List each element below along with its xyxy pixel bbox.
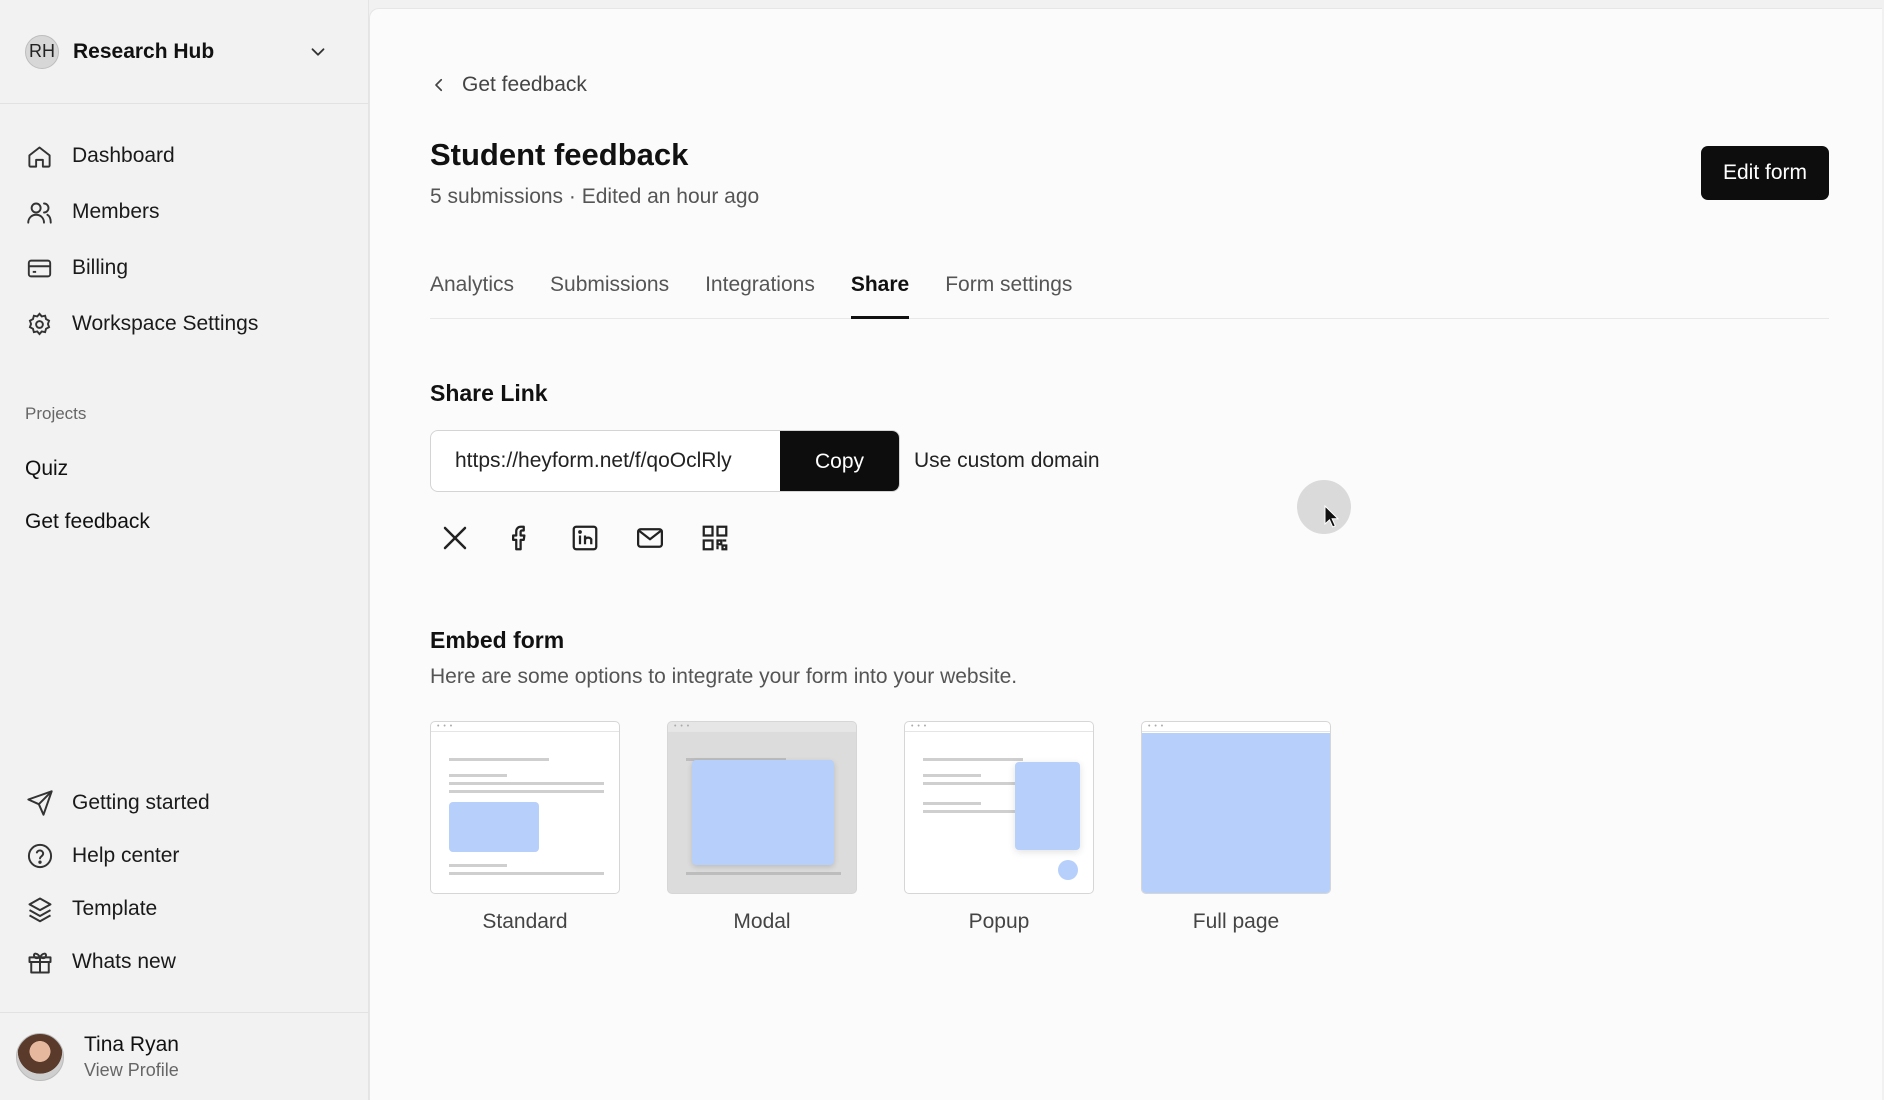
workspace-avatar: RH [25, 34, 59, 69]
embed-option-modal[interactable]: • • • Modal [667, 721, 857, 934]
share-url-input[interactable] [431, 431, 780, 491]
gift-icon [28, 952, 52, 973]
social-share-buttons [440, 523, 765, 553]
send-icon [27, 789, 53, 816]
embed-option-standard[interactable]: • • • Standard [430, 721, 620, 934]
embed-thumbnail-standard: • • • [430, 721, 620, 894]
embed-thumbnail-modal: • • • [667, 721, 857, 894]
home-icon [28, 146, 51, 168]
edit-form-button[interactable]: Edit form [1701, 146, 1829, 200]
embed-form-heading: Embed form [430, 627, 565, 653]
bottom-nav: Getting started Help center Template Wha… [0, 776, 369, 988]
copy-button[interactable]: Copy [780, 431, 899, 491]
mouse-cursor-icon [1324, 505, 1340, 528]
workspace-name: Research Hub [73, 39, 215, 63]
nav-item-getting-started[interactable]: Getting started [0, 776, 369, 829]
nav-item-dashboard[interactable]: Dashboard [0, 128, 369, 184]
facebook-icon[interactable] [505, 523, 535, 553]
back-link-label: Get feedback [462, 73, 587, 96]
embed-form-description: Here are some options to integrate your … [430, 665, 1018, 688]
linkedin-icon[interactable] [570, 523, 600, 553]
help-circle-icon [27, 843, 53, 868]
nav-item-label: Dashboard [72, 144, 175, 167]
embed-option-popup[interactable]: • • • Popup [904, 721, 1094, 934]
projects-section-label: Projects [25, 404, 87, 423]
tab-submissions[interactable]: Submissions [550, 259, 669, 319]
embed-thumbnail-popup: • • • [904, 721, 1094, 894]
sidebar: RH Research Hub Dashboard Members Billin… [0, 0, 369, 1100]
nav-item-label: Workspace Settings [72, 312, 259, 335]
page-subtitle: 5 submissions · Edited an hour ago [430, 185, 760, 208]
share-link-heading: Share Link [430, 380, 548, 406]
qr-code-icon[interactable] [700, 523, 730, 553]
project-item-get-feedback[interactable]: Get feedback [25, 495, 150, 548]
nav-item-label: Help center [72, 843, 180, 867]
embed-option-label: Full page [1192, 910, 1280, 933]
embed-option-label: Modal [733, 910, 791, 933]
embed-option-full-page[interactable]: • • • Full page [1141, 721, 1331, 934]
projects-list: Quiz Get feedback [25, 442, 150, 548]
tab-form-settings[interactable]: Form settings [945, 259, 1072, 319]
users-icon [27, 202, 52, 224]
back-link[interactable]: Get feedback [430, 73, 587, 97]
nav-item-template[interactable]: Template [0, 882, 369, 935]
main-panel: Get feedback Student feedback 5 submissi… [369, 8, 1882, 1100]
tab-share[interactable]: Share [850, 259, 910, 319]
custom-domain-link[interactable]: Use custom domain [914, 449, 1100, 473]
workspace-switcher[interactable]: RH Research Hub [0, 0, 369, 104]
profile-name: Tina Ryan [84, 1032, 179, 1056]
embed-thumbnail-full-page: • • • [1141, 721, 1331, 894]
user-profile[interactable]: Tina Ryan View Profile [0, 1012, 369, 1100]
x-icon[interactable] [440, 523, 470, 553]
mail-icon[interactable] [635, 523, 665, 553]
nav-item-label: Whats new [72, 949, 176, 973]
nav-item-label: Billing [72, 256, 129, 279]
credit-card-icon [27, 259, 52, 277]
gear-icon [28, 311, 51, 336]
main-nav: Dashboard Members Billing Workspace Sett… [0, 128, 369, 352]
share-link-row: Copy Use custom domain [430, 430, 1100, 492]
nav-item-label: Members [72, 200, 160, 223]
project-item-quiz[interactable]: Quiz [25, 442, 150, 495]
tab-integrations[interactable]: Integrations [705, 259, 815, 319]
embed-options: • • • Standard • • • Modal • • • Popup •… [430, 721, 1378, 934]
chevron-left-icon [435, 78, 443, 92]
embed-option-label: Popup [968, 910, 1030, 933]
nav-item-workspace-settings[interactable]: Workspace Settings [0, 296, 369, 352]
layers-icon [28, 897, 52, 922]
tab-analytics[interactable]: Analytics [430, 259, 514, 319]
avatar [16, 1032, 64, 1081]
nav-item-whats-new[interactable]: Whats new [0, 935, 369, 988]
chevron-down-icon[interactable] [307, 41, 329, 63]
nav-item-label: Template [72, 896, 158, 920]
nav-item-label: Getting started [72, 790, 210, 814]
nav-item-members[interactable]: Members [0, 184, 369, 240]
embed-option-label: Standard [482, 910, 568, 933]
share-link-box: Copy [430, 430, 900, 492]
page-title: Student feedback [430, 137, 689, 172]
view-profile-link[interactable]: View Profile [84, 1060, 179, 1081]
nav-item-help-center[interactable]: Help center [0, 829, 369, 882]
tab-bar: Analytics Submissions Integrations Share… [430, 259, 1829, 319]
nav-item-billing[interactable]: Billing [0, 240, 369, 296]
